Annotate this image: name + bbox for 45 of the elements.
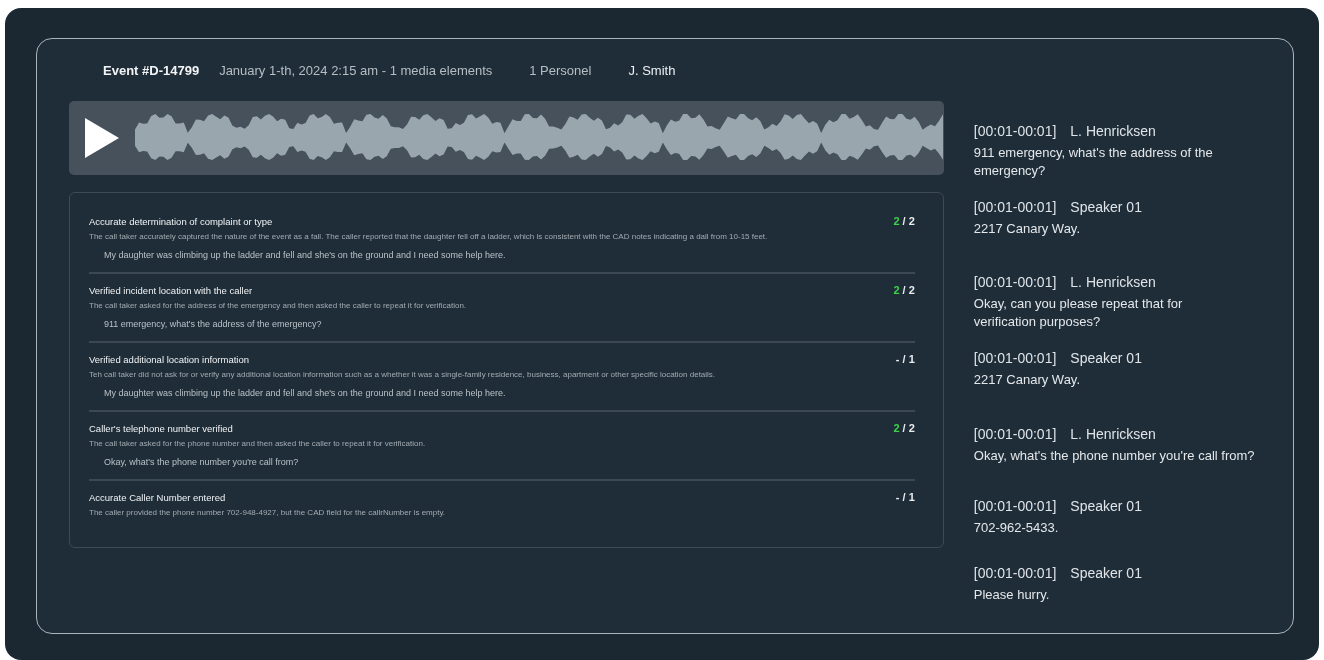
criterion-description: The caller provided the phone number 702-948-4927, but the CAD field for the callrNumber is empty. — [89, 508, 447, 517]
timestamp: [00:01-00:01] — [973, 350, 1057, 366]
transcript-text: Okay, can you please repeat that for verification purposes? — [973, 295, 1184, 331]
criterion-title: Accurate determination of complaint or type — [89, 216, 273, 227]
transcript-quote: 911 emergency, what's the address of the emergency? — [104, 319, 323, 329]
transcript-quote: My daughter was climbing up the ladder and fell and she's on the ground and I need some help here. — [104, 250, 507, 260]
timestamp: [00:01-00:01] — [973, 426, 1057, 442]
criterion-score: 2 / 2 — [893, 215, 915, 227]
speaker-name: Speaker 01 — [1070, 498, 1142, 514]
timestamp: [00:01-00:01] — [973, 123, 1057, 139]
criterion-score: - / 1 — [895, 353, 915, 365]
transcript-text: Okay, what's the phone number you're call from? — [973, 447, 1256, 465]
play-button[interactable] — [85, 118, 119, 158]
criterion-title: Caller's telephone number verified — [89, 423, 233, 434]
criterion-description: The call taker asked for the phone number and then asked the caller to repeat it for verification. — [89, 439, 427, 448]
transcript-text: 2217 Canary Way. — [973, 371, 1081, 389]
criterion-title: Verified additional location information — [89, 354, 249, 365]
criterion-description: Teh call taker did not ask for or verify any additional location information such as a whether it was a single-family residence, business, apartment or other specific location details. — [89, 370, 717, 379]
criterion-score: - / 1 — [895, 491, 915, 503]
personnel-count: 1 Personel — [529, 62, 592, 78]
speaker-name: L. Henricksen — [1070, 426, 1156, 442]
speaker-name: Speaker 01 — [1070, 199, 1142, 215]
speaker-name: Speaker 01 — [1070, 350, 1142, 366]
speaker-name: L. Henricksen — [1070, 274, 1156, 290]
transcript-text: Please hurry. — [973, 586, 1051, 604]
criterion-score: 2 / 2 — [893, 422, 915, 434]
transcript-quote: My daughter was climbing up the ladder and fell and she's on the ground and I need some help here. — [104, 388, 507, 398]
transcript-text: 2217 Canary Way. — [973, 220, 1081, 238]
criterion-score: 2 / 2 — [893, 284, 915, 296]
operator-name: J. Smith — [628, 62, 676, 78]
criterion-description: The call taker accurately captured the nature of the event as a fall. The caller reported that the daughter fell off a ladder, which is consistent with the CAD notes indicating a dall from 10-15 feet. — [89, 232, 769, 241]
timestamp: [00:01-00:01] — [973, 274, 1057, 290]
speaker-name: Speaker 01 — [1070, 565, 1142, 581]
timestamp: [00:01-00:01] — [973, 565, 1057, 581]
speaker-name: L. Henricksen — [1070, 123, 1156, 139]
event-id: Event #D-14799 — [103, 62, 200, 78]
transcript-text: 702-962-5433. — [973, 519, 1060, 537]
criterion-title: Accurate Caller Number entered — [89, 492, 226, 503]
criterion-title: Verified incident location with the caller — [89, 285, 253, 296]
event-details: January 1-th, 2024 2:15 am - 1 media elements — [219, 62, 493, 78]
criterion-description: The call taker asked for the address of the emergency and then asked the caller to repeat it for verification. — [89, 301, 468, 310]
timestamp: [00:01-00:01] — [973, 199, 1057, 215]
timestamp: [00:01-00:01] — [973, 498, 1057, 514]
transcript-text: 911 emergency, what's the address of the emergency? — [973, 144, 1214, 180]
transcript-quote: Okay, what's the phone number you're call from? — [104, 457, 300, 467]
